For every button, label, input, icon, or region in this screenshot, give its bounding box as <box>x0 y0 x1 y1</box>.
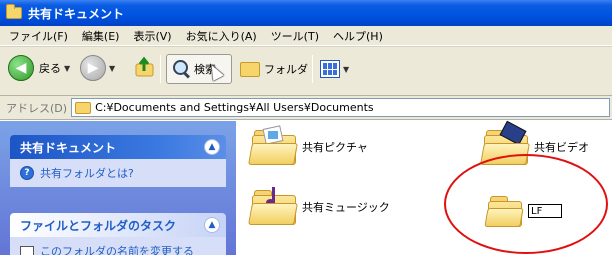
file-item-pictures[interactable]: 共有ピクチャ <box>248 125 368 165</box>
toolbar: ◀ 戻る ▼ ▶ ▼ 検索 フォルダ ▼ <box>0 46 612 96</box>
task-link-label: このフォルダの名前を変更する <box>40 245 194 255</box>
address-path: C:¥Documents and Settings¥All Users¥Docu… <box>95 101 374 114</box>
search-button[interactable]: 検索 <box>166 54 232 84</box>
address-bar: アドレス(D) C:¥Documents and Settings¥All Us… <box>0 96 612 120</box>
task-link-shared-folder[interactable]: ? 共有フォルダとは? <box>10 159 226 187</box>
views-button[interactable]: ▼ <box>320 60 349 78</box>
title-bar: 共有ドキュメント <box>0 0 612 26</box>
task-section-shared-docs: 共有ドキュメント ▲ ? 共有フォルダとは? <box>10 135 226 187</box>
folder-icon <box>240 61 260 77</box>
task-pane: 共有ドキュメント ▲ ? 共有フォルダとは? ファイルとフォルダのタスク ▲ こ… <box>0 121 236 255</box>
task-section-title: 共有ドキュメント <box>20 140 117 155</box>
toolbar-separator <box>312 55 313 83</box>
chevron-down-icon[interactable]: ▼ <box>343 65 349 74</box>
address-input[interactable]: C:¥Documents and Settings¥All Users¥Docu… <box>71 98 610 117</box>
file-item-label: 共有ピクチャ <box>302 141 368 154</box>
menu-tools[interactable]: ツール(T) <box>264 28 326 44</box>
search-icon <box>173 60 191 78</box>
menu-favorites[interactable]: お気に入り(A) <box>179 28 264 44</box>
task-section-file-tasks: ファイルとフォルダのタスク ▲ このフォルダの名前を変更する <box>10 213 226 255</box>
collapse-chevron-icon[interactable]: ▲ <box>204 139 220 155</box>
annotation-circle <box>444 154 608 254</box>
toolbar-separator <box>160 55 161 83</box>
task-section-header[interactable]: ファイルとフォルダのタスク ▲ <box>10 213 226 237</box>
folders-label: フォルダ <box>264 63 308 76</box>
back-arrow-icon: ◀ <box>8 55 34 81</box>
back-label: 戻る <box>39 62 61 75</box>
task-section-title: ファイルとフォルダのタスク <box>20 218 177 233</box>
help-icon: ? <box>20 166 34 180</box>
menu-bar: ファイル(F) 編集(E) 表示(V) お気に入り(A) ツール(T) ヘルプ(… <box>0 26 612 46</box>
up-folder-icon <box>135 56 154 77</box>
task-link-label: 共有フォルダとは? <box>40 167 134 180</box>
window-title: 共有ドキュメント <box>28 6 125 21</box>
file-item-label: 共有ミュージック <box>302 201 390 214</box>
music-folder-icon <box>248 187 298 225</box>
pictures-folder-icon <box>248 125 298 165</box>
file-item-music[interactable]: 共有ミュージック <box>248 187 390 225</box>
address-label: アドレス(D) <box>6 101 68 115</box>
chevron-down-icon[interactable]: ▼ <box>109 64 115 73</box>
menu-edit[interactable]: 編集(E) <box>75 28 127 44</box>
menu-view[interactable]: 表示(V) <box>126 28 178 44</box>
folders-button[interactable]: フォルダ <box>240 61 308 77</box>
collapse-chevron-icon[interactable]: ▲ <box>204 217 220 233</box>
file-item-label: 共有ビデオ <box>534 141 589 154</box>
views-icon <box>320 60 340 78</box>
folder-icon <box>6 4 22 19</box>
back-button[interactable]: ◀ 戻る ▼ <box>8 55 70 81</box>
task-section-header[interactable]: 共有ドキュメント ▲ <box>10 135 226 159</box>
folder-icon <box>75 101 92 114</box>
menu-help[interactable]: ヘルプ(H) <box>326 28 390 44</box>
menu-file[interactable]: ファイル(F) <box>2 28 75 44</box>
task-link-rename[interactable]: このフォルダの名前を変更する <box>10 237 226 255</box>
up-folder-button[interactable] <box>134 56 156 78</box>
chevron-down-icon[interactable]: ▼ <box>64 64 70 73</box>
forward-arrow-icon: ▶ <box>80 55 106 81</box>
rename-icon <box>20 246 34 255</box>
forward-button[interactable]: ▶ ▼ <box>80 55 115 81</box>
